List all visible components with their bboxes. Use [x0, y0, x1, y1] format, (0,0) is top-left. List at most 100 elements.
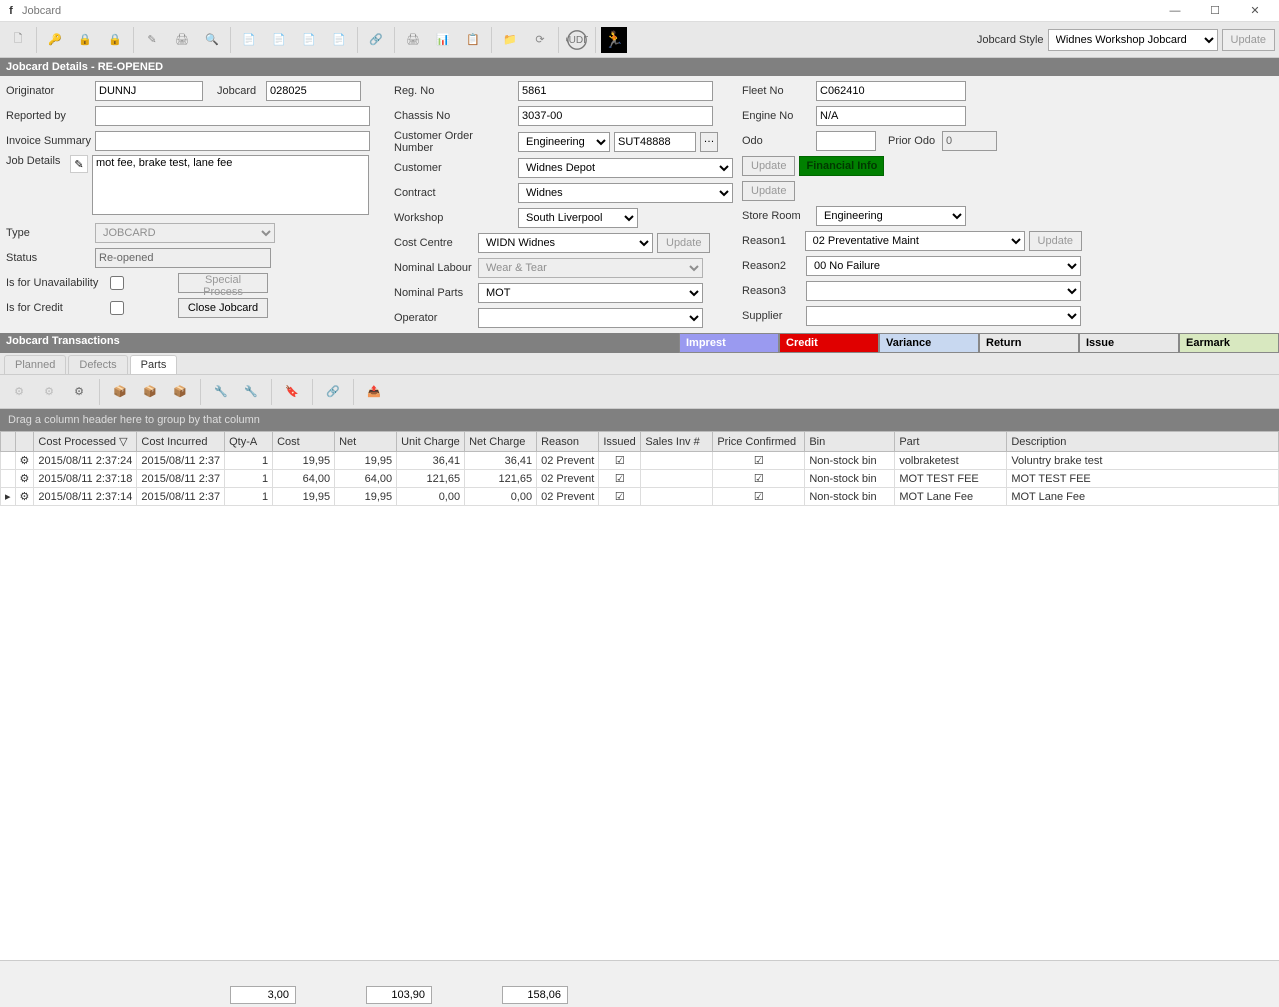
invoice-input[interactable]	[95, 131, 370, 151]
minimize-button[interactable]: —	[1155, 1, 1195, 21]
parts-btn9-icon[interactable]: 🔖	[279, 379, 305, 405]
maximize-button[interactable]: ☐	[1195, 1, 1235, 21]
parts-btn8-icon[interactable]: 🔧	[238, 379, 264, 405]
parts-btn7-icon[interactable]: 🔧	[208, 379, 234, 405]
col-costproc[interactable]: Cost Processed ▽	[34, 432, 137, 452]
table-row[interactable]: ▸⚙2015/08/11 2:37:142015/08/11 2:37119,9…	[1, 488, 1279, 506]
col-issued[interactable]: Issued	[599, 432, 641, 452]
exit-icon[interactable]: 🏃	[600, 26, 628, 54]
col-cost[interactable]: Cost	[273, 432, 335, 452]
col-priceconf[interactable]: Price Confirmed	[713, 432, 805, 452]
parts-btn4-icon[interactable]: 📦	[107, 379, 133, 405]
odo-input[interactable]	[816, 131, 876, 151]
chassis-input[interactable]	[518, 106, 713, 126]
reason1-update-button[interactable]: Update	[1029, 231, 1082, 251]
table-row[interactable]: ⚙2015/08/11 2:37:242015/08/11 2:37119,95…	[1, 452, 1279, 470]
engine-input[interactable]	[816, 106, 966, 126]
edit-icon[interactable]: ✎	[70, 155, 88, 173]
lock-red-icon[interactable]: 🔒	[101, 26, 129, 54]
parts-btn3-icon[interactable]: ⚙	[66, 379, 92, 405]
storeroom-select[interactable]: Engineering	[816, 206, 966, 226]
col-indicator[interactable]	[1, 432, 16, 452]
custorder-no-input[interactable]	[614, 132, 696, 152]
custorder-cat-select[interactable]: Engineering	[518, 132, 610, 152]
col-reason[interactable]: Reason	[537, 432, 599, 452]
new-icon[interactable]: 🗋	[4, 26, 32, 54]
parts-btn1-icon[interactable]: ⚙	[6, 379, 32, 405]
printer2-icon[interactable]: 🖨	[399, 26, 427, 54]
preview-icon[interactable]: 🔍	[198, 26, 226, 54]
signature-icon[interactable]: ✎	[138, 26, 166, 54]
col-part[interactable]: Part	[895, 432, 1007, 452]
parts-btn10-icon[interactable]: 🔗	[320, 379, 346, 405]
nomparts-select[interactable]: MOT	[478, 283, 703, 303]
imprest-button[interactable]: Imprest	[679, 333, 779, 353]
cell-issued[interactable]: ☑	[599, 452, 641, 470]
regno-input[interactable]	[518, 81, 713, 101]
credit-button[interactable]: Credit	[779, 333, 879, 353]
close-button[interactable]: ✕	[1235, 1, 1275, 21]
customer-select[interactable]: Widnes Depot	[518, 158, 733, 178]
parts-btn6-icon[interactable]: 📦	[167, 379, 193, 405]
parts-btn5-icon[interactable]: 📦	[137, 379, 163, 405]
cell-issued[interactable]: ☑	[599, 470, 641, 488]
reason3-select[interactable]	[806, 281, 1081, 301]
contract-update-button[interactable]: Update	[742, 181, 795, 201]
financial-info-button[interactable]: Financial Info	[799, 156, 884, 176]
earmark-button[interactable]: Earmark	[1179, 333, 1279, 353]
cell-priceconf[interactable]: ☑	[713, 488, 805, 506]
doc4-icon[interactable]: 📄	[325, 26, 353, 54]
cell-issued[interactable]: ☑	[599, 488, 641, 506]
cell-priceconf[interactable]: ☑	[713, 452, 805, 470]
credit-checkbox[interactable]	[110, 301, 124, 315]
key-icon[interactable]: 🔑	[41, 26, 69, 54]
fleet-input[interactable]	[816, 81, 966, 101]
col-salesinv[interactable]: Sales Inv #	[641, 432, 713, 452]
jobcard-input[interactable]	[266, 81, 361, 101]
col-unit[interactable]: Unit Charge	[397, 432, 465, 452]
jobdetails-input[interactable]: mot fee, brake test, lane fee	[92, 155, 369, 215]
supplier-select[interactable]	[806, 306, 1081, 326]
lock-yellow-icon[interactable]: 🔒	[71, 26, 99, 54]
table-row[interactable]: ⚙2015/08/11 2:37:182015/08/11 2:37164,00…	[1, 470, 1279, 488]
group-by-bar[interactable]: Drag a column header here to group by th…	[0, 409, 1279, 431]
parts-btn2-icon[interactable]: ⚙	[36, 379, 62, 405]
col-bin[interactable]: Bin	[805, 432, 895, 452]
folder-icon[interactable]: 📁	[496, 26, 524, 54]
col-desc[interactable]: Description	[1007, 432, 1279, 452]
reported-input[interactable]	[95, 106, 370, 126]
workshop-select[interactable]: South Liverpool	[518, 208, 638, 228]
reason2-select[interactable]: 00 No Failure	[806, 256, 1081, 276]
refresh-icon[interactable]: ⟳	[526, 26, 554, 54]
chart-icon[interactable]: 📊	[429, 26, 457, 54]
doc3-icon[interactable]: 📄	[295, 26, 323, 54]
doc2-icon[interactable]: 📄	[265, 26, 293, 54]
costcentre-update-button[interactable]: Update	[657, 233, 710, 253]
col-netch[interactable]: Net Charge	[465, 432, 537, 452]
col-costinc[interactable]: Cost Incurred	[137, 432, 225, 452]
stamp-icon[interactable]: AUDIT	[563, 26, 591, 54]
special-process-button[interactable]: Special Process	[178, 273, 268, 293]
close-jobcard-button[interactable]: Close Jobcard	[178, 298, 268, 318]
report-icon[interactable]: 📋	[459, 26, 487, 54]
costcentre-select[interactable]: WIDN Widnes	[478, 233, 653, 253]
customer-update-button[interactable]: Update	[742, 156, 795, 176]
unavail-checkbox[interactable]	[110, 276, 124, 290]
col-net[interactable]: Net	[335, 432, 397, 452]
link-icon[interactable]: 🔗	[362, 26, 390, 54]
print-icon[interactable]: 🖨	[168, 26, 196, 54]
tab-planned[interactable]: Planned	[4, 355, 66, 374]
doc1-icon[interactable]: 📄	[235, 26, 263, 54]
col-icon[interactable]	[15, 432, 34, 452]
jobcard-style-select[interactable]: Widnes Workshop Jobcard	[1048, 29, 1218, 51]
variance-button[interactable]: Variance	[879, 333, 979, 353]
contract-select[interactable]: Widnes	[518, 183, 733, 203]
toolbar-update-button[interactable]: Update	[1222, 29, 1275, 51]
operator-select[interactable]	[478, 308, 703, 328]
parts-btn11-icon[interactable]: 📤	[361, 379, 387, 405]
reason1-select[interactable]: 02 Preventative Maint	[805, 231, 1025, 251]
ellipsis-icon[interactable]: …	[700, 132, 718, 152]
cell-priceconf[interactable]: ☑	[713, 470, 805, 488]
return-button[interactable]: Return	[979, 333, 1079, 353]
originator-input[interactable]	[95, 81, 203, 101]
